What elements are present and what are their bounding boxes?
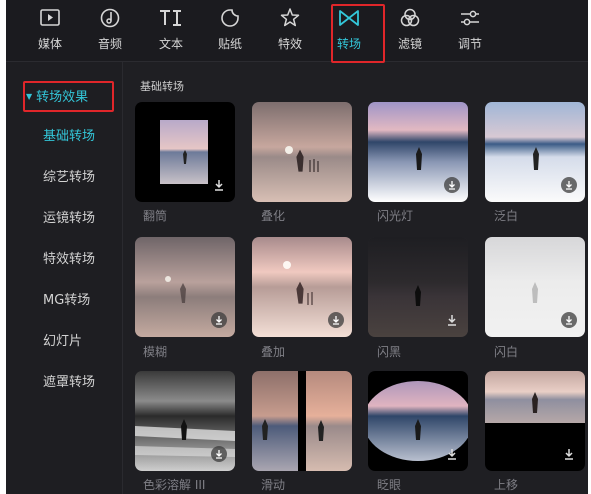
toolbar-adjust[interactable]: 调节 [444, 4, 496, 62]
card-caption-blink: 眨眼 [377, 478, 402, 492]
card-caption-slide: 滑动 [261, 478, 286, 492]
card-caption-flip: 翻筒 [143, 209, 168, 223]
card-caption-whiteout: 泛白 [494, 209, 519, 223]
filter-circles-icon [384, 4, 436, 32]
transition-card-flip[interactable] [135, 102, 235, 202]
toolbar-adjust-label: 调节 [457, 37, 482, 51]
download-icon[interactable] [211, 312, 227, 328]
transition-card-blur[interactable] [135, 237, 235, 337]
download-icon[interactable] [211, 177, 227, 193]
toolbar-text[interactable]: 文本 [145, 4, 197, 62]
toolbar-media[interactable]: 媒体 [24, 4, 76, 62]
toolbar-text-label: 文本 [158, 37, 183, 51]
adjust-sliders-icon [444, 4, 496, 32]
transition-grid: 基础转场 翻筒 叠化 闪光灯 泛白 模糊 叠加 闪黑 闪白 色彩溶解 III 滑… [124, 62, 588, 494]
toolbar-effects[interactable]: 特效 [264, 4, 316, 62]
download-icon[interactable] [328, 312, 344, 328]
transition-card-move-up[interactable] [485, 371, 585, 471]
sidebar-item-slideshow[interactable]: 幻灯片 [43, 333, 82, 351]
sidebar-item-variety[interactable]: 综艺转场 [43, 169, 95, 187]
toolbar-media-label: 媒体 [37, 37, 62, 51]
card-caption-move-up: 上移 [494, 478, 519, 492]
download-icon[interactable] [444, 312, 460, 328]
card-caption-fade-black: 闪黑 [377, 345, 402, 359]
card-caption-color-dissolve: 色彩溶解 III [143, 478, 206, 492]
transitions-panel: 媒体 音频 文本 贴纸 特效 转场 滤镜 调节 ▼ 转场效果 基础转场 综艺转场… [6, 0, 588, 494]
download-icon[interactable] [444, 446, 460, 462]
toolbar-sticker-label: 贴纸 [217, 37, 242, 51]
toolbar-filter-label: 滤镜 [397, 37, 422, 51]
download-icon[interactable] [444, 177, 460, 193]
transition-card-color-dissolve[interactable] [135, 371, 235, 471]
audio-note-icon [84, 4, 136, 32]
media-play-icon [24, 4, 76, 32]
sidebar: ▼ 转场效果 基础转场 综艺转场 运镜转场 特效转场 MG转场 幻灯片 遮罩转场 [6, 62, 123, 494]
transition-card-overlay[interactable] [252, 237, 352, 337]
transition-card-whiteout[interactable] [485, 102, 585, 202]
transition-card-flash[interactable] [368, 102, 468, 202]
transition-card-fade-black[interactable] [368, 237, 468, 337]
toolbar-transition[interactable]: 转场 [323, 4, 375, 62]
sidebar-item-mg[interactable]: MG转场 [43, 292, 90, 310]
collapse-triangle-icon: ▼ [26, 92, 33, 101]
toolbar-audio[interactable]: 音频 [84, 4, 136, 62]
card-caption-overlay: 叠加 [261, 345, 286, 359]
toolbar-effects-label: 特效 [277, 37, 302, 51]
toolbar-audio-label: 音频 [97, 37, 122, 51]
text-ti-icon [145, 4, 197, 32]
card-caption-blur: 模糊 [143, 345, 168, 359]
sidebar-item-mask[interactable]: 遮罩转场 [43, 374, 95, 392]
card-caption-dissolve: 叠化 [261, 209, 286, 223]
transition-card-fade-white[interactable] [485, 237, 585, 337]
sidebar-item-special[interactable]: 特效转场 [43, 251, 95, 269]
card-caption-flash: 闪光灯 [377, 209, 414, 223]
toolbar-transition-label: 转场 [336, 37, 361, 51]
sidebar-item-camera[interactable]: 运镜转场 [43, 210, 95, 228]
transition-card-slide[interactable] [252, 371, 352, 471]
transition-card-dissolve[interactable] [252, 102, 352, 202]
sidebar-header-label: 转场效果 [36, 90, 89, 105]
download-icon[interactable] [211, 446, 227, 462]
download-icon[interactable] [561, 446, 577, 462]
effects-star-icon [264, 4, 316, 32]
download-icon[interactable] [561, 312, 577, 328]
download-icon[interactable] [561, 177, 577, 193]
section-title: 基础转场 [140, 80, 184, 93]
transition-bowtie-icon [323, 4, 375, 32]
toolbar-sticker[interactable]: 贴纸 [204, 4, 256, 62]
toolbar-filter[interactable]: 滤镜 [384, 4, 436, 62]
top-toolbar: 媒体 音频 文本 贴纸 特效 转场 滤镜 调节 [6, 0, 588, 62]
sticker-icon [204, 4, 256, 32]
transition-card-blink[interactable] [368, 371, 468, 471]
sidebar-header[interactable]: ▼ 转场效果 [24, 84, 112, 110]
card-caption-fade-white: 闪白 [494, 345, 519, 359]
sidebar-item-basic[interactable]: 基础转场 [43, 128, 95, 146]
